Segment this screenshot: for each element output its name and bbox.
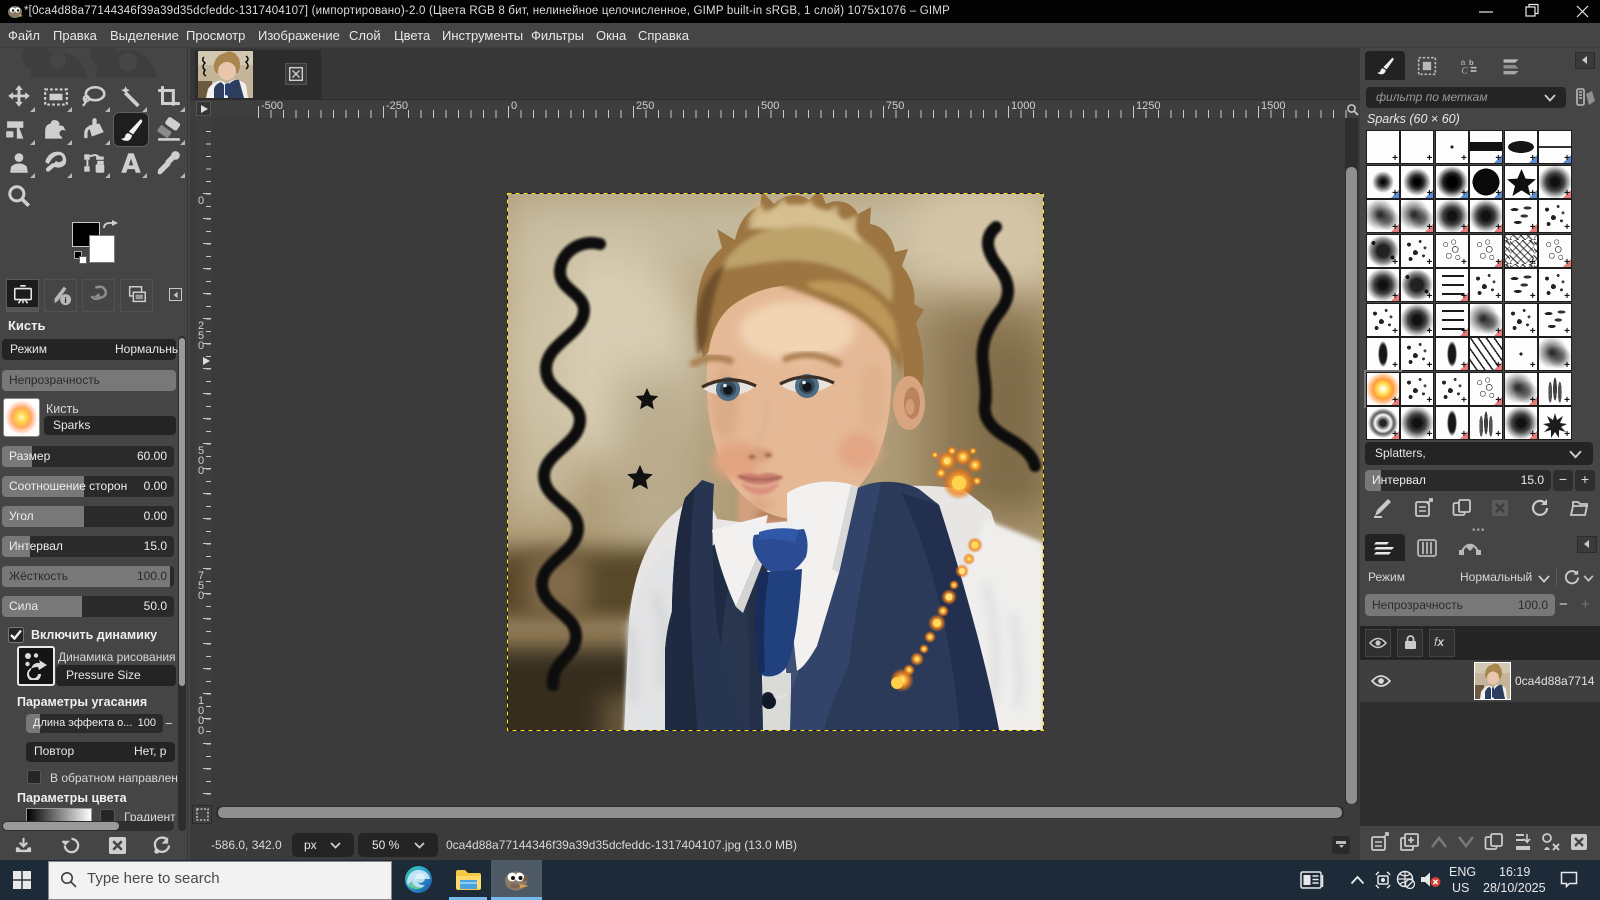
svg-text:C: C: [1462, 66, 1469, 76]
svg-text:i: i: [64, 296, 66, 305]
svg-text:b: b: [1469, 58, 1474, 67]
